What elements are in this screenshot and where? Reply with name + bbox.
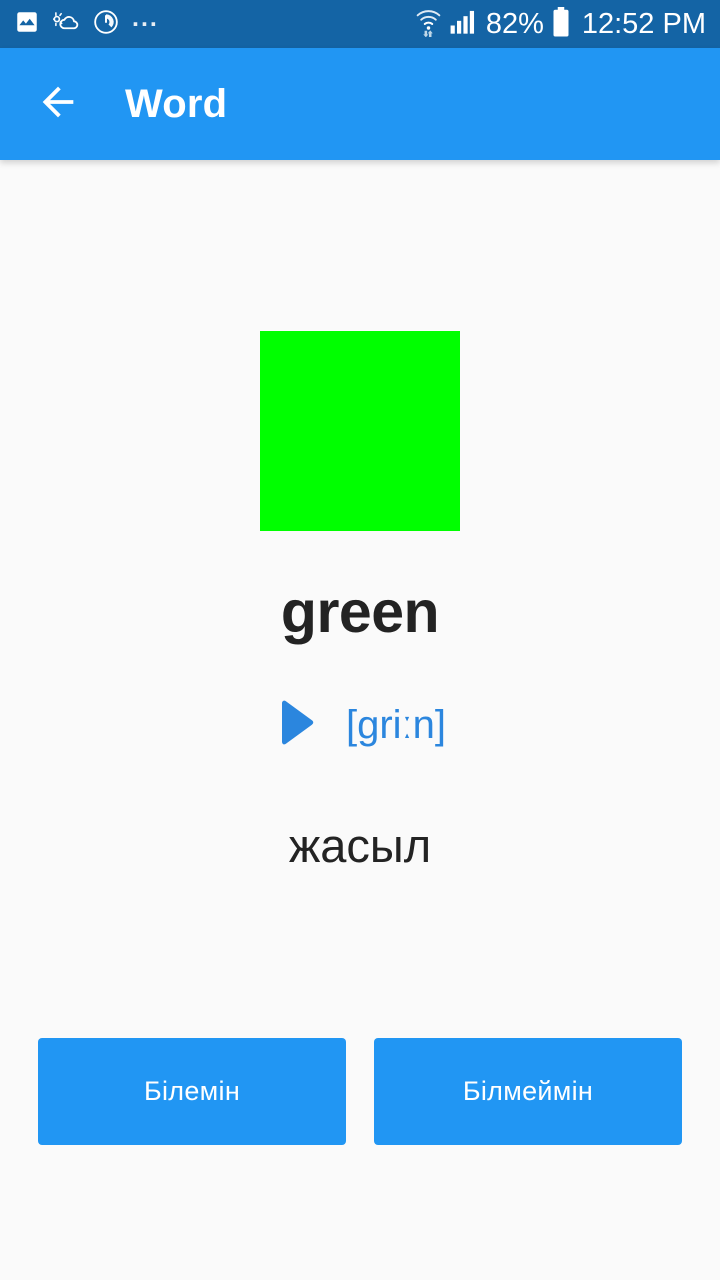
status-bar: ... 82% 12:52 PM	[0, 0, 720, 48]
pronunciation-text: [griːn]	[345, 702, 447, 747]
image-icon	[14, 9, 40, 40]
status-overflow-dots: ...	[132, 4, 159, 32]
play-icon	[274, 698, 320, 753]
answer-buttons: Білемін Білмеймін	[38, 1038, 682, 1145]
app-bar: Word	[0, 48, 720, 160]
word-card: green [griːn] жасыл Білемін Білмеймін	[0, 160, 720, 1280]
weather-icon	[51, 9, 80, 40]
page-title: Word	[125, 81, 228, 126]
app-screen: ... 82% 12:52 PM Word green [griːn] жасы…	[0, 0, 720, 1280]
translation-text: жасыл	[288, 819, 432, 872]
play-audio-button[interactable]	[274, 700, 320, 750]
status-bar-clock: 12:52 PM	[581, 8, 706, 40]
wifi-icon	[415, 7, 442, 42]
power-timer-icon	[93, 9, 119, 40]
dont-know-button[interactable]: Білмеймін	[374, 1038, 682, 1145]
back-button[interactable]	[20, 66, 96, 142]
battery-icon	[552, 6, 570, 42]
status-bar-right-icons: 82% 12:52 PM	[415, 0, 706, 48]
status-bar-left-icons: ...	[14, 4, 159, 40]
battery-percentage: 82%	[485, 8, 544, 40]
word-term: green	[280, 579, 440, 645]
pronunciation-row: [griːn]	[0, 700, 720, 750]
word-image	[260, 331, 460, 531]
know-button[interactable]: Білемін	[38, 1038, 346, 1145]
cellular-signal-icon	[450, 9, 478, 40]
back-arrow-icon	[35, 79, 81, 130]
